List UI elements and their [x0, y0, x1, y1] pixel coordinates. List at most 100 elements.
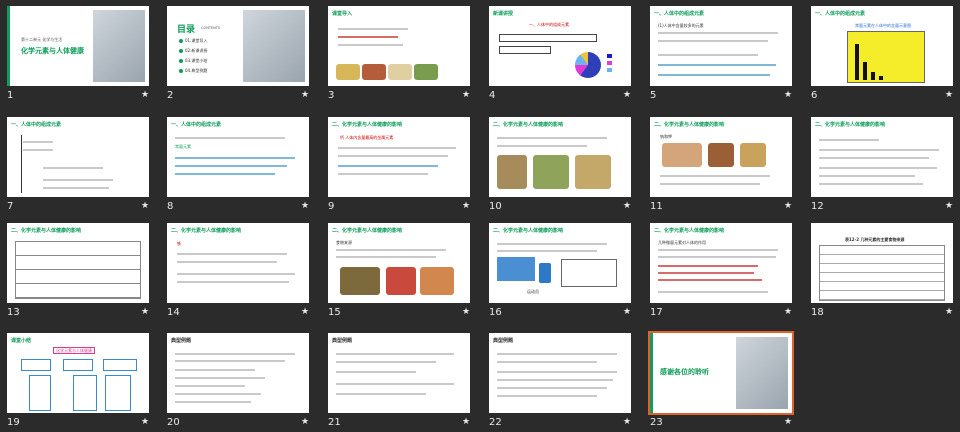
slide-title: 二、化学元素与人体健康的影响 — [493, 228, 564, 234]
text-line — [819, 167, 937, 169]
slide-title: 课堂小结 — [11, 338, 32, 344]
star-icon: ★ — [141, 307, 150, 317]
bullet-icon — [179, 59, 183, 63]
food-image — [740, 143, 766, 167]
slide-title: 二、化学元素与人体健康的影响 — [332, 228, 403, 234]
slide-9-thumbnail[interactable]: 二、化学元素与人体健康的影响 钙 人体内含量最高的金属元素 — [328, 117, 470, 197]
bottle-image — [539, 263, 551, 283]
text-line — [336, 383, 454, 385]
text-line — [819, 139, 879, 141]
slide-title: 一、人体中的组成元素 — [11, 122, 62, 128]
star-icon: ★ — [623, 90, 632, 100]
text-line — [658, 40, 768, 42]
slide-title: 二、化学元素与人体健康的影响 — [815, 122, 886, 128]
text-line — [336, 361, 436, 363]
text-line — [175, 377, 265, 379]
food-image — [362, 64, 386, 80]
text-line — [43, 187, 109, 189]
slide-number: 5 — [650, 90, 657, 101]
chart-bar — [863, 62, 867, 80]
slide-4-thumbnail[interactable]: 新课讲授 一、人体中的组成元素 — [489, 6, 631, 86]
slide-12-thumbnail[interactable]: 二、化学元素与人体健康的影响 — [811, 117, 953, 197]
food-image — [420, 267, 454, 295]
slide-18-thumbnail[interactable]: 表12-2 几种元素的主要食物来源 — [811, 223, 953, 303]
text-line — [497, 387, 607, 389]
slide-subtitle: 第十二单元 化学与生活 — [21, 37, 63, 42]
star-icon: ★ — [784, 307, 793, 317]
slide-number: 6 — [811, 90, 818, 101]
star-icon: ★ — [784, 417, 793, 427]
diagram-box — [499, 46, 551, 54]
slide-15-thumbnail[interactable]: 二、化学元素与人体健康的影响 食物来源 — [328, 223, 470, 303]
slide-5-thumbnail[interactable]: 一、人体中的组成元素 (1)人体中含量较多的元素 — [650, 6, 792, 86]
food-image — [708, 143, 734, 167]
text-line — [175, 157, 295, 159]
text-line — [497, 250, 597, 252]
slide-22-thumbnail[interactable]: 典型例题 — [489, 333, 631, 413]
info-image — [497, 257, 535, 281]
slide-6-thumbnail[interactable]: 一、人体中的组成元素 常量元素在人体中的含量示意图 — [811, 6, 953, 86]
toc-item-4: 04.典型例题 — [185, 68, 208, 73]
text-line — [658, 54, 758, 56]
slide-title: 新课讲授 — [493, 11, 514, 17]
slide-number: 14 — [167, 307, 180, 318]
slide-8-thumbnail[interactable]: 一、人体中的组成元素 常量元素 — [167, 117, 309, 197]
slide-number: 20 — [167, 417, 180, 428]
slide-21-thumbnail[interactable]: 典型例题 — [328, 333, 470, 413]
food-image — [388, 64, 412, 80]
star-icon: ★ — [945, 307, 954, 317]
slide-title: 一、人体中的组成元素 — [171, 122, 222, 128]
slide-title: 二、化学元素与人体健康的影响 — [654, 122, 725, 128]
slide-13-thumbnail[interactable]: 二、化学元素与人体健康的影响 — [7, 223, 149, 303]
slide-7-thumbnail[interactable]: 一、人体中的组成元素 — [7, 117, 149, 197]
slide-17-thumbnail[interactable]: 二、化学元素与人体健康的影响 几种微量元素对人体的作用 — [650, 223, 792, 303]
text-line — [658, 279, 762, 281]
slide-20-thumbnail[interactable]: 典型例题 — [167, 333, 309, 413]
slide-label: 化学元素与人体健康 — [53, 347, 95, 354]
slide-label: 食物来源 — [336, 240, 352, 245]
slide-23-thumbnail[interactable]: 感谢各位的聆听 — [648, 331, 794, 415]
slide-11-thumbnail[interactable]: 二、化学元素与人体健康的影响 钠和钾 — [650, 117, 792, 197]
slide-number: 21 — [328, 417, 341, 428]
text-line — [338, 147, 456, 149]
slide-number: 4 — [489, 90, 496, 101]
slide-label: (1)人体中含量较多的元素 — [658, 23, 704, 28]
text-line — [175, 137, 285, 139]
data-table — [819, 245, 945, 301]
slide-10-thumbnail[interactable]: 二、化学元素与人体健康的影响 — [489, 117, 631, 197]
text-line — [819, 157, 929, 159]
toc-item-1: 01.课堂导入 — [185, 38, 208, 43]
slide-14-thumbnail[interactable]: 二、化学元素与人体健康的影响 铁 — [167, 223, 309, 303]
slide-16-thumbnail[interactable]: 二、化学元素与人体健康的影响 运动员 — [489, 223, 631, 303]
text-line — [660, 175, 770, 177]
accent-bar — [650, 333, 653, 413]
mindmap-node — [103, 359, 137, 371]
slide-19-thumbnail[interactable]: 课堂小结 化学元素与人体健康 — [7, 333, 149, 413]
text-line — [658, 291, 768, 293]
food-image — [497, 155, 527, 189]
slide-label: 一、人体中的组成元素 — [529, 22, 569, 27]
text-line — [336, 371, 416, 373]
text-line — [497, 353, 617, 355]
food-image — [336, 64, 360, 80]
text-line — [658, 74, 770, 76]
text-line — [338, 44, 403, 46]
slide-number: 23 — [650, 417, 663, 428]
slide-number: 19 — [7, 417, 20, 428]
toc-item-2: 02.新课讲授 — [185, 48, 208, 53]
text-line — [658, 272, 754, 274]
slide-title: 二、化学元素与人体健康的影响 — [654, 228, 725, 234]
scientist-photo — [736, 337, 788, 409]
slide-title: 典型例题 — [171, 338, 192, 344]
slide-title: 二、化学元素与人体健康的影响 — [332, 122, 403, 128]
slide-number: 11 — [650, 201, 663, 212]
star-icon: ★ — [462, 90, 471, 100]
slide-1-thumbnail[interactable]: 第十二单元 化学与生活 化学元素与人体健康 — [7, 6, 149, 86]
star-icon: ★ — [462, 201, 471, 211]
slide-2-thumbnail[interactable]: 目录 CONTENTS 01.课堂导入 02.新课讲授 03.课堂小结 04.典… — [167, 6, 309, 86]
slide-label: 铁 — [177, 241, 181, 246]
slide-number: 22 — [489, 417, 502, 428]
legend-swatch — [607, 54, 612, 58]
star-icon: ★ — [141, 417, 150, 427]
slide-3-thumbnail[interactable]: 课堂导入 — [328, 6, 470, 86]
